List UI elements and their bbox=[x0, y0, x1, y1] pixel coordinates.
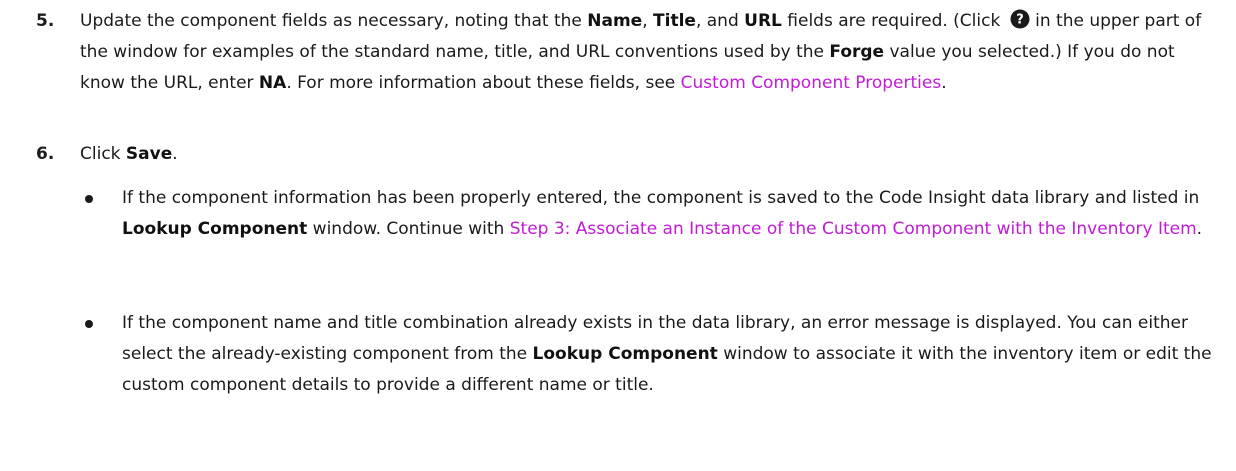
text-run: . bbox=[1196, 219, 1203, 239]
text-run: Click bbox=[80, 144, 126, 164]
text-run: fields are required. (Click bbox=[781, 11, 1006, 31]
step-number: 5. bbox=[36, 11, 55, 31]
bullet-dot bbox=[85, 320, 93, 328]
step-3-link[interactable]: Step 3: Associate an Instance of the Cus… bbox=[510, 219, 1197, 239]
bold-name: Name bbox=[587, 11, 643, 31]
bold-na: NA bbox=[258, 73, 287, 93]
step-5-text: Update the component fields as necessary… bbox=[80, 6, 1212, 99]
list-item-text: If the component information has been pr… bbox=[122, 183, 1212, 245]
text-run: Update the component fields as necessary… bbox=[80, 11, 588, 31]
text-run: . For more information about these field… bbox=[286, 73, 681, 93]
text-run: . bbox=[941, 73, 947, 93]
bold-save: Save bbox=[125, 144, 173, 164]
bold-forge: Forge bbox=[829, 42, 885, 62]
text-run: If the component information has been pr… bbox=[122, 188, 1200, 208]
text-run: , and bbox=[695, 11, 745, 31]
document: 5. Update the component fields as necess… bbox=[0, 0, 1236, 471]
step-number: 6. bbox=[36, 144, 55, 164]
bold-url: URL bbox=[744, 11, 782, 31]
bold-title: Title bbox=[653, 11, 696, 31]
text-run: window. Continue with bbox=[307, 219, 510, 239]
text-run: . bbox=[172, 144, 178, 164]
help-question-icon: ? bbox=[1010, 9, 1030, 29]
bullet-dot bbox=[85, 195, 93, 203]
list-item-text: If the component name and title combinat… bbox=[122, 308, 1212, 401]
bold-lookup-component: Lookup Component bbox=[122, 219, 308, 239]
text-run: , bbox=[642, 11, 654, 31]
step-6-text: Click Save. bbox=[80, 139, 1212, 170]
svg-text:?: ? bbox=[1016, 13, 1024, 28]
bold-lookup-component: Lookup Component bbox=[532, 344, 718, 364]
custom-component-properties-link[interactable]: Custom Component Properties bbox=[681, 73, 942, 93]
